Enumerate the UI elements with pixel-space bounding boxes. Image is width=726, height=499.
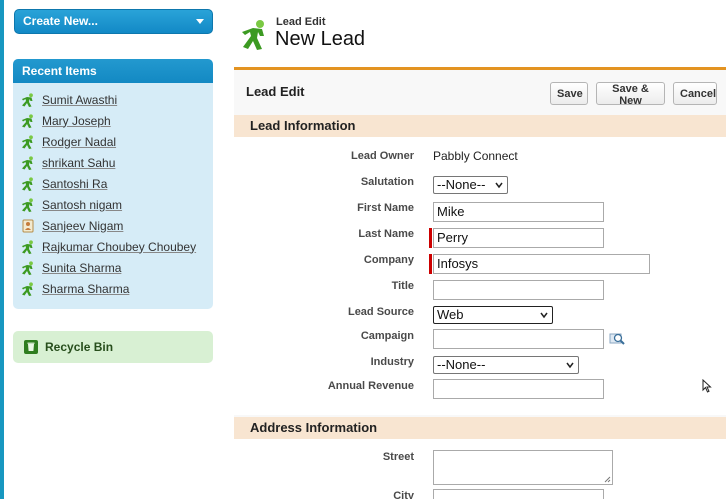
- recent-item[interactable]: Sanjeev Nigam: [13, 215, 213, 236]
- required-indicator: [429, 254, 432, 274]
- city-input[interactable]: [433, 489, 604, 499]
- recent-item-link[interactable]: Mary Joseph: [42, 114, 111, 128]
- campaign-input[interactable]: [433, 329, 604, 349]
- industry-select[interactable]: --None--: [433, 356, 579, 374]
- recent-item-link[interactable]: Rodger Nadal: [42, 135, 116, 149]
- annual-revenue-label: Annual Revenue: [327, 380, 414, 392]
- lead-icon: [21, 239, 35, 254]
- lead-icon: [21, 281, 35, 296]
- page-type-label: Lead Edit: [276, 16, 326, 28]
- last-name-input[interactable]: Perry: [433, 228, 604, 248]
- chevron-down-icon: [196, 19, 204, 24]
- save-and-new-button[interactable]: Save & New: [596, 82, 665, 107]
- lead-icon: [21, 176, 35, 191]
- recent-item-link[interactable]: Sumit Awasthi: [42, 93, 117, 107]
- recent-item[interactable]: Rajkumar Choubey Choubey: [13, 236, 213, 257]
- street-textarea[interactable]: [433, 450, 613, 485]
- lead-icon: [21, 197, 35, 212]
- contact-card-icon: [21, 219, 35, 233]
- recent-item[interactable]: Rodger Nadal: [13, 131, 213, 152]
- last-name-label: Last Name: [358, 228, 414, 240]
- chevron-down-icon: [495, 182, 503, 189]
- title-input[interactable]: [433, 280, 604, 300]
- chevron-down-icon: [540, 312, 548, 319]
- city-label: City: [393, 490, 414, 499]
- recent-item-link[interactable]: Rajkumar Choubey Choubey: [42, 240, 196, 254]
- recycle-bin-link[interactable]: Recycle Bin: [13, 331, 213, 363]
- industry-label: Industry: [370, 356, 414, 368]
- page-title: New Lead: [275, 28, 366, 50]
- recent-item[interactable]: Santosh nigam: [13, 194, 213, 215]
- address-information-section: Street City: [234, 439, 726, 499]
- recent-item[interactable]: Mary Joseph: [13, 110, 213, 131]
- left-edge-bar: [0, 0, 4, 499]
- lookup-icon[interactable]: [609, 331, 625, 347]
- lead-icon: [21, 134, 35, 149]
- salutation-label: Salutation: [360, 176, 414, 188]
- panel-title: Lead Edit: [246, 84, 305, 99]
- lead-icon: [21, 113, 35, 128]
- lead-information-section: Lead Owner Pabbly Connect Salutation --N…: [234, 137, 726, 415]
- lead-source-select[interactable]: Web: [433, 306, 553, 324]
- recent-item-link[interactable]: Santosh nigam: [42, 198, 122, 212]
- lead-icon: [21, 260, 35, 275]
- recent-items-list: Sumit Awasthi Mary Joseph Rodger Nadal shri…: [13, 83, 213, 299]
- recent-items-title: Recent Items: [13, 59, 213, 83]
- cancel-button[interactable]: Cancel: [673, 82, 717, 105]
- street-label: Street: [382, 451, 414, 463]
- lead-owner-label: Lead Owner: [351, 150, 414, 162]
- create-new-button[interactable]: Create New...: [14, 9, 213, 34]
- mouse-pointer-icon: [702, 379, 712, 393]
- recycle-bin-label: Recycle Bin: [45, 340, 114, 354]
- lead-icon: [21, 92, 35, 107]
- chevron-down-icon: [566, 362, 574, 369]
- campaign-label: Campaign: [360, 330, 414, 342]
- resize-grip-icon[interactable]: [604, 476, 611, 483]
- company-label: Company: [363, 254, 414, 266]
- lead-icon: [242, 20, 264, 50]
- annual-revenue-input[interactable]: [433, 379, 604, 399]
- recent-item[interactable]: Sharma Sharma: [13, 278, 213, 299]
- save-button[interactable]: Save: [550, 82, 588, 105]
- lead-information-header: Lead Information: [234, 115, 726, 137]
- recent-items-panel: Recent Items Sumit Awasthi Mary Joseph Rod…: [13, 59, 213, 309]
- lead-source-label: Lead Source: [347, 306, 414, 318]
- create-new-label: Create New...: [23, 14, 98, 28]
- recent-item[interactable]: Santoshi Ra: [13, 173, 213, 194]
- salutation-select[interactable]: --None--: [433, 176, 508, 194]
- panel-header: Lead Edit Save Save & New Cancel: [234, 70, 726, 115]
- first-name-label: First Name: [357, 202, 414, 214]
- recent-item[interactable]: shrikant Sahu: [13, 152, 213, 173]
- address-information-header: Address Information: [234, 417, 726, 439]
- recycle-bin-icon: [24, 340, 38, 354]
- required-indicator: [429, 228, 432, 248]
- salutation-value: --None--: [437, 177, 486, 192]
- recent-item-link[interactable]: Santoshi Ra: [42, 177, 107, 191]
- recent-item-link[interactable]: Sunita Sharma: [42, 261, 121, 275]
- lead-source-value: Web: [437, 307, 464, 322]
- lead-owner-value: Pabbly Connect: [433, 149, 518, 163]
- company-input[interactable]: Infosys: [433, 254, 650, 274]
- recent-item[interactable]: Sumit Awasthi: [13, 89, 213, 110]
- first-name-input[interactable]: Mike: [433, 202, 604, 222]
- recent-item-link[interactable]: Sanjeev Nigam: [42, 219, 123, 233]
- lead-edit-panel: Lead Edit Save Save & New Cancel Lead In…: [234, 67, 726, 499]
- lead-icon: [21, 155, 35, 170]
- recent-item[interactable]: Sunita Sharma: [13, 257, 213, 278]
- recent-item-link[interactable]: Sharma Sharma: [42, 282, 129, 296]
- industry-value: --None--: [437, 357, 486, 372]
- recent-item-link[interactable]: shrikant Sahu: [42, 156, 115, 170]
- title-label: Title: [391, 280, 414, 292]
